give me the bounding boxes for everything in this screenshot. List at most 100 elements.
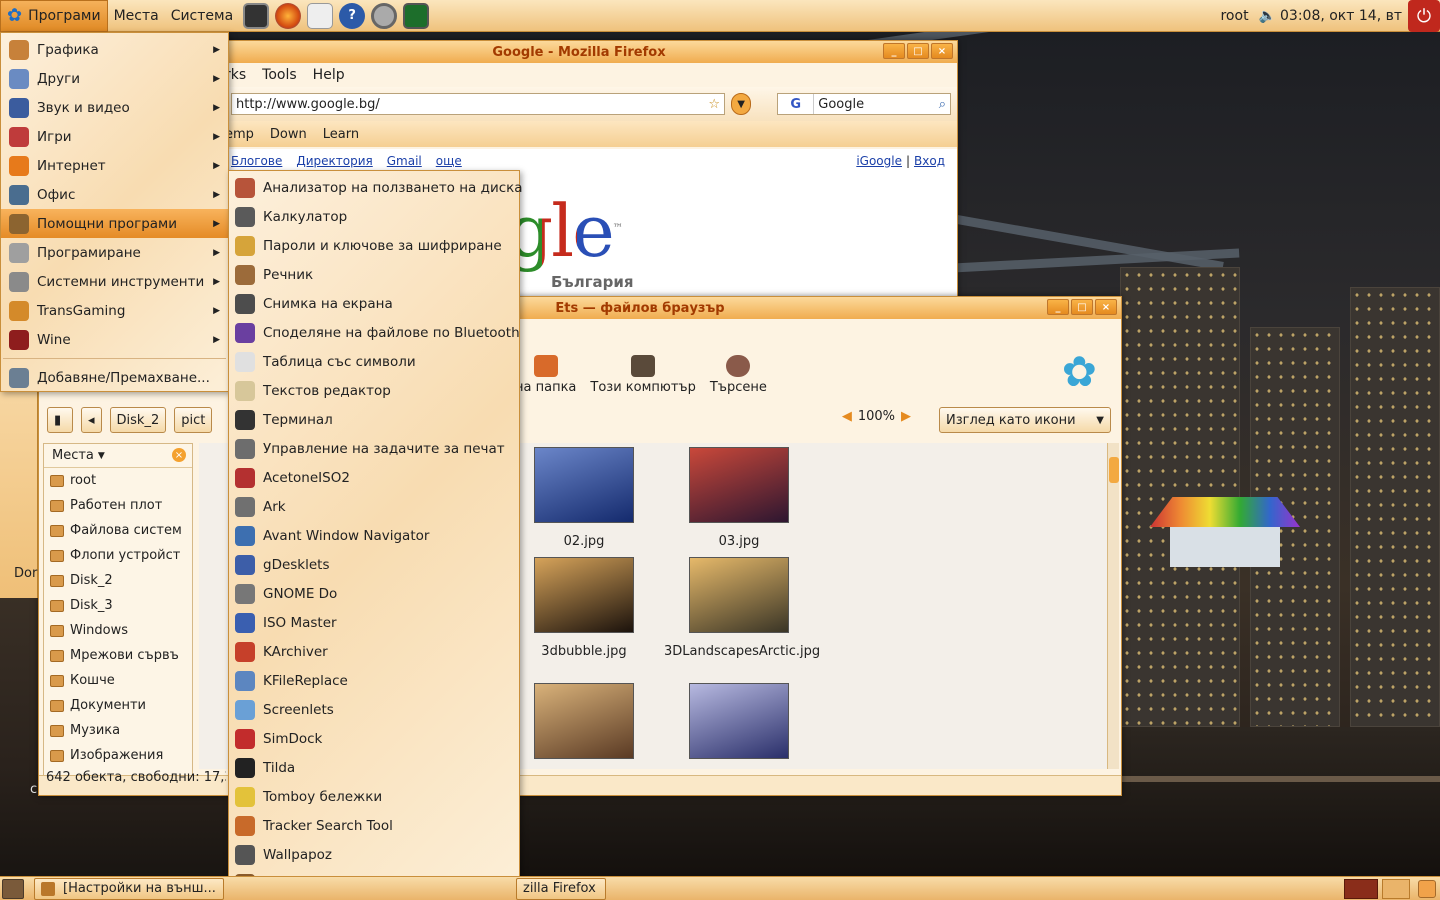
file-name[interactable]: 02.jpg — [509, 533, 659, 550]
places-item[interactable]: Windows — [44, 618, 192, 643]
places-item[interactable]: Документи — [44, 693, 192, 718]
apps-menu-item-4[interactable]: Интернет ▶ — [1, 151, 228, 180]
firefox-titlebar[interactable]: Google - Mozilla Firefox _ □ × — [201, 41, 957, 63]
close-button[interactable]: × — [1095, 299, 1117, 315]
url-bar[interactable]: http://www.google.bg/ ☆ — [231, 93, 725, 115]
places-item[interactable]: Disk_3 — [44, 593, 192, 618]
search-button[interactable]: Търсене — [710, 355, 767, 395]
accessories-menu-item-0[interactable]: Анализатор на ползването на диска — [229, 173, 523, 202]
user-name[interactable]: root — [1220, 8, 1248, 24]
search-magnifier-icon[interactable]: ⌕ — [939, 97, 950, 112]
url-dropdown-button[interactable]: ▼ — [731, 93, 752, 115]
search-engine-icon[interactable]: G — [778, 94, 815, 114]
accessories-menu-item-21[interactable]: Tomboy бележки — [229, 782, 519, 811]
accessories-menu-item-2[interactable]: Пароли и ключове за шифриране — [229, 231, 519, 260]
file-thumbnail[interactable] — [534, 447, 634, 523]
accessories-menu-item-8[interactable]: Терминал — [229, 405, 519, 434]
view-mode-select[interactable]: Изглед като икони ▼ — [939, 407, 1111, 433]
file-thumbnail[interactable] — [689, 683, 789, 759]
drive-button[interactable]: ▮ — [47, 407, 73, 433]
bookmark-star-icon[interactable]: ☆ — [708, 97, 720, 112]
accessories-menu-item-11[interactable]: Ark — [229, 492, 519, 521]
apps-menu-item-5[interactable]: Офис ▶ — [1, 180, 228, 209]
path-disk2-button[interactable]: Disk_2 — [109, 407, 167, 433]
accessories-menu-item-13[interactable]: gDesklets — [229, 550, 519, 579]
accessories-menu-item-23[interactable]: Wallpapoz — [229, 840, 519, 869]
workspace-switcher-2[interactable] — [1382, 878, 1410, 899]
link-directory[interactable]: Директория — [296, 154, 372, 168]
mail-icon[interactable] — [305, 2, 335, 30]
file-thumbnail[interactable] — [689, 447, 789, 523]
close-sidebar-icon[interactable]: × — [172, 448, 186, 462]
file-thumbnail[interactable] — [534, 683, 634, 759]
places-item[interactable]: Работен плот — [44, 493, 192, 518]
apps-menu-item-9[interactable]: TransGaming ▶ — [1, 296, 228, 325]
computer-button[interactable]: Този компютър — [590, 355, 696, 395]
system-menu-button[interactable]: Система — [165, 0, 239, 32]
places-item[interactable]: Флопи устройст — [44, 543, 192, 568]
accessories-menu-item-15[interactable]: ISO Master — [229, 608, 519, 637]
accessories-menu-item-9[interactable]: Управление на задачите за печат — [229, 434, 519, 463]
menu-help[interactable]: Help — [313, 67, 345, 83]
system-monitor-icon[interactable] — [401, 2, 431, 30]
maximize-button[interactable]: □ — [1071, 299, 1093, 315]
show-desktop-icon[interactable] — [2, 878, 24, 899]
accessories-menu-item-22[interactable]: Tracker Search Tool — [229, 811, 519, 840]
firefox-icon[interactable] — [273, 2, 303, 30]
places-item[interactable]: Файлова систем — [44, 518, 192, 543]
apps-menu-item-1[interactable]: Други ▶ — [1, 64, 228, 93]
file-thumbnail[interactable] — [689, 557, 789, 633]
terminal-icon[interactable] — [241, 2, 271, 30]
places-item[interactable]: Музика — [44, 718, 192, 743]
workspace-switcher[interactable] — [1344, 878, 1378, 899]
settings-icon[interactable] — [369, 2, 399, 30]
places-item[interactable]: root — [44, 468, 192, 493]
accessories-menu-item-1[interactable]: Калкулатор — [229, 202, 519, 231]
trash-icon[interactable] — [1418, 879, 1436, 898]
places-menu-button[interactable]: Места — [108, 0, 165, 32]
link-gmail[interactable]: Gmail — [387, 154, 422, 168]
accessories-menu-item-7[interactable]: Текстов редактор — [229, 376, 519, 405]
accessories-menu-item-12[interactable]: Avant Window Navigator — [229, 521, 519, 550]
taskbar-button-firefox[interactable]: zilla Firefox — [516, 877, 606, 900]
link-signin[interactable]: Вход — [914, 154, 945, 168]
file-name[interactable]: 3DLandscapesArctic.jpg — [664, 643, 820, 660]
bookmark-folder-temp[interactable]: emp — [225, 127, 254, 142]
bookmark-folder-learn[interactable]: Learn — [323, 127, 359, 142]
home-folder-button[interactable]: на папка — [515, 355, 576, 395]
maximize-button[interactable]: □ — [907, 43, 929, 59]
accessories-menu-item-10[interactable]: AcetoneISO2 — [229, 463, 519, 492]
search-bar[interactable]: G Google ⌕ — [777, 93, 951, 115]
accessories-menu-item-20[interactable]: Tilda — [229, 753, 519, 782]
places-header[interactable]: Места ▼ × — [44, 444, 192, 468]
link-igoogle[interactable]: iGoogle — [856, 154, 902, 168]
places-item[interactable]: Мрежови сървъ — [44, 643, 192, 668]
accessories-menu-item-4[interactable]: Снимка на екрана — [229, 289, 519, 318]
apps-menu-item-10[interactable]: Wine ▶ — [1, 325, 228, 354]
accessories-menu-item-5[interactable]: Споделяне на файлове по Bluetooth — [229, 318, 520, 347]
clock[interactable]: 03:08, окт 14, вт — [1280, 8, 1402, 24]
file-name[interactable]: 3dbubble.jpg — [509, 643, 659, 660]
bookmark-folder-down[interactable]: Down — [270, 127, 307, 142]
applications-menu-button[interactable]: ✿ Програми — [0, 0, 108, 32]
file-name[interactable]: 03.jpg — [664, 533, 814, 550]
accessories-menu-item-16[interactable]: KArchiver — [229, 637, 519, 666]
accessories-menu-item-3[interactable]: Речник — [229, 260, 519, 289]
file-thumbnail[interactable] — [534, 557, 634, 633]
places-item[interactable]: Кошче — [44, 668, 192, 693]
menu-tools[interactable]: Tools — [262, 67, 297, 83]
add-remove-menu-item[interactable]: Добавяне/Премахване... — [1, 363, 228, 392]
scrollbar[interactable] — [1107, 443, 1119, 769]
minimize-button[interactable]: _ — [883, 43, 905, 59]
zoom-in-icon[interactable]: ▶ — [901, 409, 911, 424]
accessories-menu-item-14[interactable]: GNOME Do — [229, 579, 519, 608]
apps-menu-item-8[interactable]: Системни инструменти ▶ — [1, 267, 228, 296]
apps-menu-item-3[interactable]: Игри ▶ — [1, 122, 228, 151]
close-button[interactable]: × — [931, 43, 953, 59]
volume-icon[interactable]: 🔈 — [1259, 8, 1276, 24]
link-more[interactable]: още — [436, 154, 462, 168]
accessories-menu-item-6[interactable]: Таблица със символи — [229, 347, 519, 376]
apps-menu-item-7[interactable]: Програмиране ▶ — [1, 238, 228, 267]
minimize-button[interactable]: _ — [1047, 299, 1069, 315]
places-item[interactable]: Disk_2 — [44, 568, 192, 593]
